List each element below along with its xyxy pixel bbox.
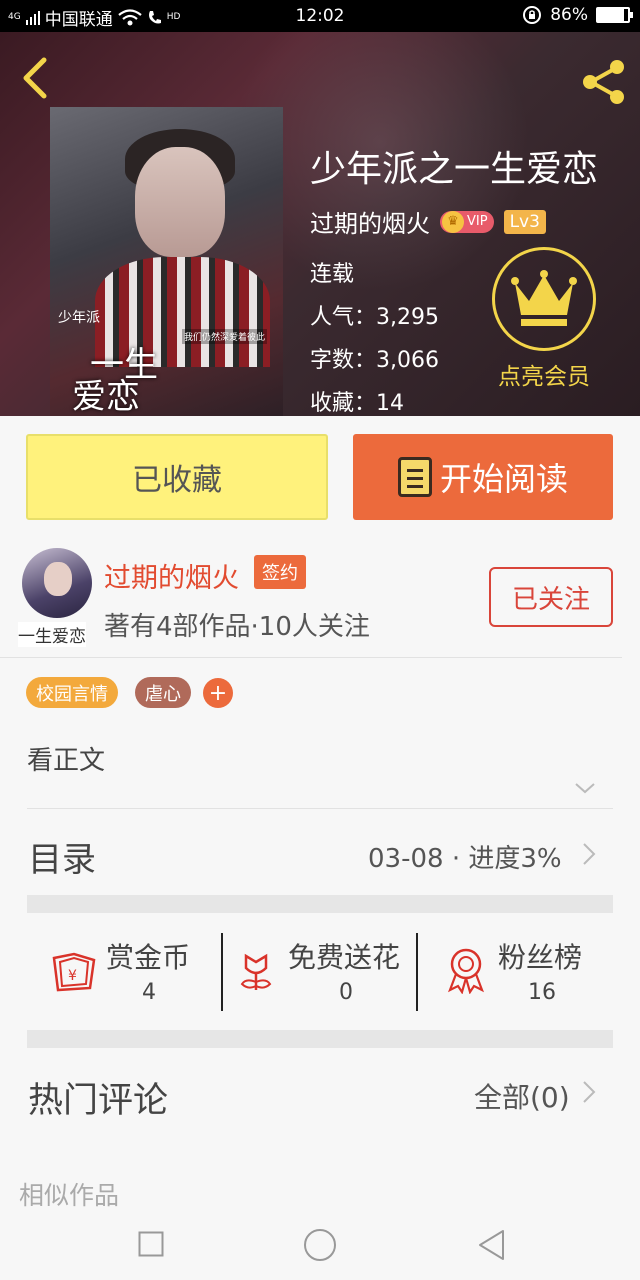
start-reading-button[interactable]: 开始阅读 bbox=[353, 434, 613, 520]
book-popularity: 人气：3,295 bbox=[310, 305, 439, 330]
flower-icon bbox=[240, 953, 272, 990]
free-flowers-value: 0 bbox=[339, 980, 353, 1005]
back-button[interactable] bbox=[16, 56, 56, 100]
cover-subtitle: 我们仍然深爱着彼此 bbox=[182, 329, 268, 344]
favorited-button[interactable]: 已收藏 bbox=[26, 434, 328, 520]
similar-works-title: 相似作品 bbox=[19, 1181, 120, 1210]
read-main-text[interactable]: 看正文 bbox=[27, 740, 105, 777]
chevron-right-icon[interactable] bbox=[582, 1080, 596, 1104]
reward-coins-value: 4 bbox=[142, 980, 156, 1005]
member-label: 点亮会员 bbox=[498, 364, 590, 390]
divider bbox=[27, 808, 613, 809]
cover-text-line3: 爱恋 bbox=[72, 377, 140, 416]
share-icon bbox=[583, 60, 624, 104]
chevron-left-icon bbox=[23, 57, 47, 99]
author-works: 著有4部作品·10人关注 bbox=[104, 612, 370, 642]
member-ring bbox=[492, 247, 596, 351]
fan-ranking[interactable]: 粉丝榜 16 bbox=[444, 930, 594, 1010]
book-header: 少年派 一生 爱恋 我们仍然深爱着彼此 少年派之一生爱恋 过期的烟火 ♛ VIP… bbox=[0, 32, 640, 416]
tag-heartbreak[interactable]: 虐心 bbox=[135, 677, 191, 708]
cover-face bbox=[135, 147, 225, 257]
crown-icon bbox=[511, 270, 577, 326]
crown-icon: ♛ bbox=[442, 210, 464, 233]
rotation-lock-icon bbox=[523, 6, 542, 24]
reward-coins[interactable]: ¥ 赏金币 4 bbox=[50, 930, 220, 1010]
add-tag-button[interactable]: + bbox=[203, 678, 233, 708]
hot-comments-title: 热门评论 bbox=[28, 1081, 169, 1121]
share-button[interactable] bbox=[578, 56, 630, 108]
avatar-tag: 一生爱恋 bbox=[18, 622, 86, 647]
chevron-down-icon[interactable] bbox=[574, 780, 596, 796]
red-envelope-icon: ¥ bbox=[52, 952, 96, 992]
book-author[interactable]: 过期的烟火 bbox=[310, 204, 430, 239]
battery-fill bbox=[598, 9, 624, 21]
avatar-face bbox=[44, 562, 72, 596]
chevron-right-icon[interactable] bbox=[582, 842, 596, 866]
free-flowers-label: 免费送花 bbox=[288, 941, 401, 974]
status-right: 86% bbox=[522, 5, 633, 25]
reward-coins-label: 赏金币 bbox=[106, 941, 191, 974]
book-detail-page: 4G 中国联通 HD 12:02 86% 少年派 一生 爱恋 我们仍然深爱着彼此… bbox=[0, 0, 640, 1280]
vip-badge: ♛ VIP bbox=[440, 210, 494, 233]
all-comments-link[interactable]: 全部(0) bbox=[474, 1076, 570, 1116]
tag-campus-romance[interactable]: 校园言情 bbox=[26, 677, 118, 708]
divider bbox=[0, 657, 622, 658]
medal-icon bbox=[447, 948, 485, 994]
book-cover[interactable]: 少年派 一生 爱恋 我们仍然深爱着彼此 bbox=[50, 107, 283, 416]
section-divider bbox=[27, 1030, 613, 1048]
toc-label[interactable]: 目录 bbox=[28, 832, 96, 881]
book-author-row: 过期的烟火 ♛ VIP Lv3 bbox=[310, 204, 546, 239]
signed-badge: 签约 bbox=[254, 555, 306, 589]
section-divider bbox=[27, 895, 613, 913]
system-nav-bar bbox=[0, 1208, 640, 1280]
book-favorites: 收藏：14 bbox=[310, 391, 404, 416]
fan-ranking-label: 粉丝榜 bbox=[498, 941, 583, 974]
author-name[interactable]: 过期的烟火 bbox=[104, 556, 239, 595]
toc-progress[interactable]: 03-08 · 进度3% bbox=[368, 838, 562, 875]
book-icon bbox=[397, 457, 432, 497]
divider bbox=[416, 933, 418, 1011]
vip-label: VIP bbox=[467, 214, 488, 229]
fan-ranking-value: 16 bbox=[528, 980, 556, 1005]
start-reading-label: 开始阅读 bbox=[439, 460, 568, 498]
svg-text:¥: ¥ bbox=[68, 968, 77, 984]
recents-icon[interactable] bbox=[138, 1231, 164, 1257]
battery-percent: 86% bbox=[550, 5, 588, 25]
book-word-count: 字数：3,066 bbox=[310, 348, 439, 373]
level-badge: Lv3 bbox=[503, 209, 546, 234]
divider bbox=[221, 933, 223, 1011]
home-icon[interactable] bbox=[303, 1228, 337, 1262]
author-avatar[interactable] bbox=[22, 548, 92, 618]
followed-button[interactable]: 已关注 bbox=[489, 567, 613, 627]
status-bar: 4G 中国联通 HD 12:02 86% bbox=[0, 0, 640, 32]
book-title: 少年派之一生爱恋 bbox=[310, 149, 599, 190]
free-flowers[interactable]: 免费送花 0 bbox=[236, 930, 414, 1010]
member-button[interactable]: 点亮会员 bbox=[492, 247, 596, 391]
back-nav-icon[interactable] bbox=[477, 1229, 507, 1261]
book-status: 连载 bbox=[310, 262, 355, 287]
cover-text-line1: 少年派 bbox=[58, 310, 100, 326]
battery-icon bbox=[596, 7, 633, 23]
